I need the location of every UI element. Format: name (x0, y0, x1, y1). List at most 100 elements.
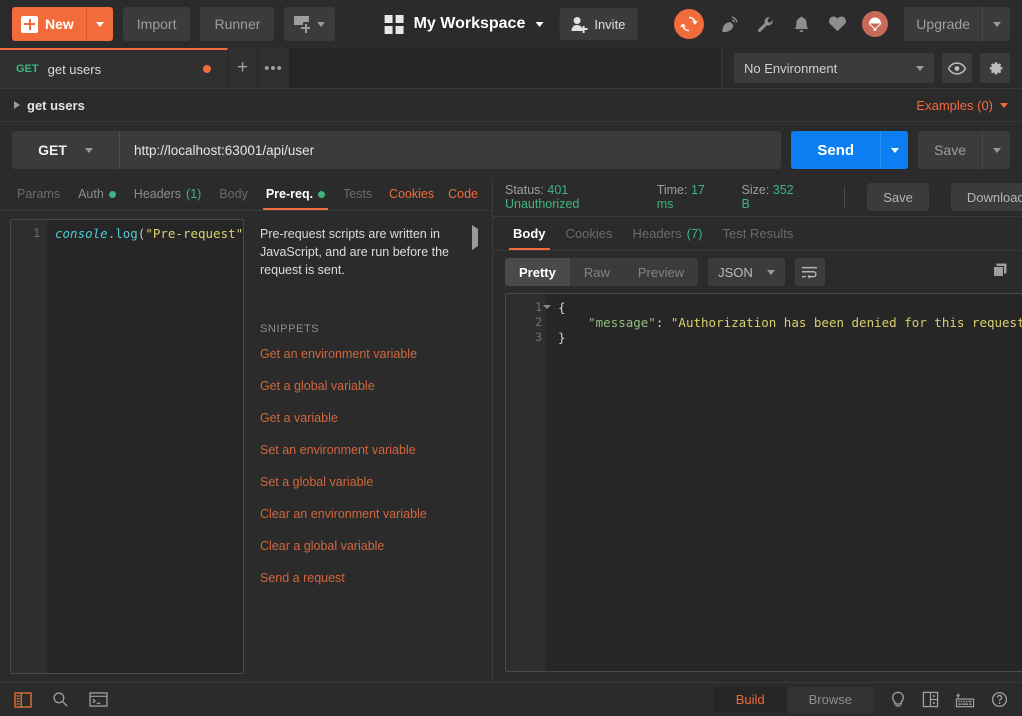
word-wrap-button[interactable] (794, 258, 825, 286)
import-button[interactable]: Import (122, 7, 191, 41)
view-mode-preview-label: Preview (637, 264, 685, 280)
request-section-tabs: Params Auth Headers (1) Body Pre-req. Te… (0, 178, 492, 211)
tab-response-body[interactable]: Body (503, 217, 556, 250)
keyboard-shortcuts-button[interactable] (955, 692, 975, 708)
invite-button[interactable]: Invite (559, 8, 638, 40)
url-input-group: GET http://localhost:63001/api/user (12, 131, 782, 169)
code-link[interactable]: Code (448, 187, 478, 201)
editor-line-numbers: 1 (11, 220, 47, 673)
new-collection-button[interactable] (284, 7, 336, 41)
tab-prerequest[interactable]: Pre-req. (257, 178, 334, 210)
editor-code[interactable]: console.log("Pre-request"); (47, 220, 243, 673)
save-options-button[interactable] (982, 131, 1010, 169)
console-button[interactable] (89, 692, 108, 707)
examples-label: Examples (0) (916, 97, 993, 113)
environment-quick-look-button[interactable] (942, 53, 972, 83)
examples-dropdown[interactable]: Examples (0) (916, 98, 1008, 113)
save-button[interactable]: Save (918, 131, 982, 169)
new-button-main[interactable]: New (12, 7, 87, 41)
response-format-select[interactable]: JSON (708, 258, 785, 286)
plus-square-icon (21, 15, 38, 33)
help-button[interactable] (991, 691, 1008, 708)
browse-mode-button[interactable]: Browse (787, 687, 874, 713)
breadcrumb[interactable]: get users (14, 98, 85, 113)
wrench-button[interactable] (754, 13, 776, 35)
gear-icon (989, 61, 1002, 75)
tab-headers[interactable]: Headers (1) (125, 178, 211, 210)
chevron-down-icon (766, 269, 775, 275)
satellite-dish-button[interactable] (718, 13, 740, 35)
upgrade-button[interactable]: Upgrade (904, 7, 1010, 41)
word-wrap-icon (802, 266, 818, 279)
view-mode-preview[interactable]: Preview (624, 258, 698, 286)
tab-name-label: get users (47, 61, 102, 77)
auth-configured-dot (108, 190, 116, 198)
environment-area: No Environment (721, 48, 1022, 88)
json-open-brace: { (558, 300, 566, 315)
tab-params-label: Params (17, 187, 61, 201)
parachute-balloon-icon (868, 17, 882, 31)
request-tabs-actions: Cookies Code (389, 178, 484, 210)
notifications-button[interactable] (790, 13, 812, 35)
tab-response-cookies[interactable]: Cookies (556, 217, 623, 250)
save-response-button[interactable]: Save (867, 183, 929, 211)
sync-button[interactable] (674, 9, 705, 39)
response-view-mode-group: Pretty Raw Preview (505, 258, 699, 286)
send-label: Send (817, 141, 855, 159)
fold-toggle-icon[interactable] (543, 305, 551, 309)
snippet-item[interactable]: Send a request (260, 571, 476, 585)
new-button[interactable]: New (12, 7, 113, 41)
environment-settings-button[interactable] (980, 53, 1010, 83)
add-tab-button[interactable]: + (228, 48, 258, 88)
send-options-button[interactable] (880, 131, 909, 169)
snippet-item[interactable]: Get a global variable (260, 379, 476, 393)
tab-body[interactable]: Body (210, 178, 257, 210)
script-editor[interactable]: 1 console.log("Pre-request"); (10, 219, 244, 674)
help-collapse-button[interactable] (472, 225, 478, 250)
cookies-link[interactable]: Cookies (389, 187, 434, 201)
view-mode-raw[interactable]: Raw (570, 258, 624, 286)
snippet-item[interactable]: Set an environment variable (260, 443, 476, 457)
tab-response-headers[interactable]: Headers (7) (622, 217, 712, 250)
snippet-item[interactable]: Get an environment variable (260, 347, 476, 361)
tab-auth-label: Auth (78, 187, 104, 201)
tab-auth[interactable]: Auth (69, 178, 125, 210)
tab-params[interactable]: Params (8, 178, 69, 210)
url-input[interactable]: http://localhost:63001/api/user (120, 131, 781, 169)
send-button[interactable]: Send (791, 131, 881, 169)
response-body-viewer[interactable]: 1 2 3 { "message": "Authorization has be… (505, 293, 1022, 672)
tab-test-results[interactable]: Test Results (713, 217, 804, 250)
build-mode-button[interactable]: Build (713, 686, 787, 713)
status-label: Status: (505, 183, 544, 197)
tips-button[interactable] (890, 691, 906, 709)
new-button-dropdown[interactable] (87, 7, 113, 41)
favorites-button[interactable] (826, 13, 848, 35)
upgrade-label: Upgrade (916, 16, 970, 32)
workspace-selector[interactable]: My Workspace Invite (384, 8, 638, 40)
view-mode-raw-label: Raw (583, 264, 610, 280)
snippet-item[interactable]: Get a variable (260, 411, 476, 425)
response-status: Status: 401 Unauthorized (505, 183, 635, 211)
download-response-button[interactable]: Download (950, 183, 1022, 211)
snippet-item[interactable]: Clear an environment variable (260, 507, 476, 521)
find-button[interactable] (52, 691, 69, 708)
copy-response-button[interactable] (992, 262, 1008, 283)
tab-options-button[interactable]: ••• (258, 48, 290, 88)
chevron-right-icon (472, 225, 478, 250)
tab-tests[interactable]: Tests (334, 178, 381, 210)
upgrade-dropdown[interactable] (982, 7, 1010, 41)
json-key: "message" (588, 315, 656, 330)
response-toolbar-actions (992, 261, 1022, 283)
keyboard-icon (955, 692, 975, 707)
snippet-item[interactable]: Set a global variable (260, 475, 476, 489)
parachute-button[interactable] (862, 11, 889, 37)
request-tab-get-users[interactable]: GET get users (0, 48, 228, 88)
view-mode-pretty[interactable]: Pretty (505, 258, 570, 286)
http-method-select[interactable]: GET (12, 131, 120, 169)
snippet-item[interactable]: Clear a global variable (260, 539, 476, 553)
chevron-down-icon (992, 147, 1001, 153)
sidebar-toggle-button[interactable] (14, 691, 32, 708)
environment-select[interactable]: No Environment (734, 53, 934, 83)
runner-button[interactable]: Runner (200, 7, 275, 41)
layout-button[interactable] (922, 691, 939, 708)
